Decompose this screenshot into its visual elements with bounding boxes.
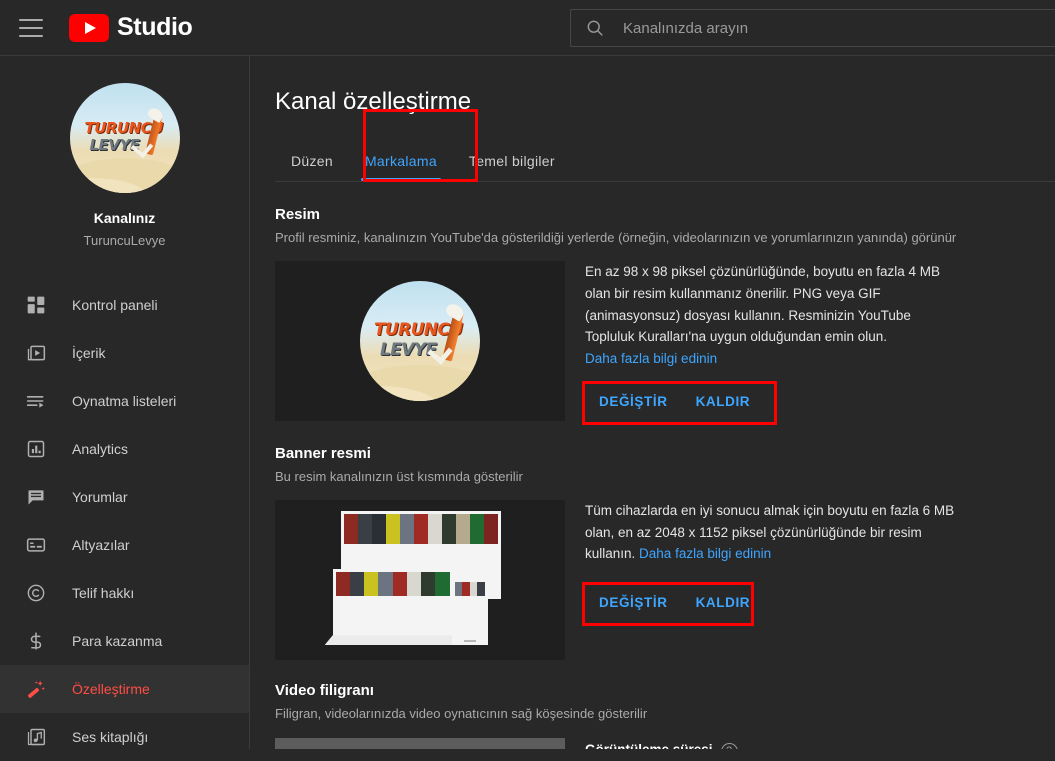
copyright-icon (24, 581, 48, 605)
app-header: Studio (0, 0, 1055, 56)
sidebar-item-audio-library[interactable]: Ses kitaplığı (0, 713, 249, 761)
tab-basic-info[interactable]: Temel bilgiler (453, 153, 571, 181)
sidebar-item-label: Altyazılar (72, 537, 130, 553)
picture-change-button[interactable]: DEĞİŞTİR (585, 384, 682, 419)
watermark-image-preview[interactable] (275, 737, 565, 749)
comment-icon (24, 485, 48, 509)
video-icon (24, 341, 48, 365)
channel-title: Kanalınız (93, 210, 156, 226)
sidebar-item-content[interactable]: İçerik (0, 329, 249, 377)
analytics-icon (24, 437, 48, 461)
laptop-base (324, 635, 462, 646)
channel-header: TURUNCU LEVYE Kanalınız TuruncuLevye (0, 56, 249, 248)
section-description: Filigran, videolarınızda video oynatıcın… (275, 705, 648, 721)
studio-wordmark: Studio (117, 13, 193, 41)
picture-learn-more-link[interactable]: Daha fazla bilgi edinin (585, 348, 960, 370)
banner-info-text: Tüm cihazlarda en iyi sonucu almak için … (585, 500, 960, 566)
banner-change-button[interactable]: DEĞİŞTİR (585, 585, 682, 620)
hamburger-icon[interactable] (19, 18, 43, 37)
profile-text-line2: LEVYE (380, 339, 437, 360)
page-title: Kanal özelleştirme (275, 88, 472, 115)
dashboard-icon (24, 293, 48, 317)
main-content: Kanal özelleştirme Düzen Markalama Temel… (251, 56, 1055, 749)
help-circle-icon[interactable]: ? (720, 742, 738, 749)
section-banner: Banner resmi Bu resim kanalınızın üst kı… (275, 445, 1035, 660)
sidebar-item-label: Yorumlar (72, 489, 128, 505)
tab-layout[interactable]: Düzen (275, 153, 349, 181)
sidebar-item-label: Ses kitaplığı (72, 729, 149, 745)
search-icon (587, 20, 603, 36)
sidebar-item-label: Kontrol paneli (72, 297, 158, 313)
picture-info-text: En az 98 x 98 piksel çözünürlüğünde, boy… (585, 263, 940, 345)
section-watermark: Video filigranı Filigran, videolarınızda… (275, 682, 1035, 749)
dollar-icon (24, 629, 48, 653)
banner-image-preview[interactable] (275, 499, 565, 660)
watermark-display-time-label: Görüntüleme süresi (585, 742, 713, 749)
profile-image-preview[interactable]: TURUNCU LEVYE (275, 260, 565, 421)
section-title: Banner resmi (275, 444, 371, 462)
sidebar-item-dashboard[interactable]: Kontrol paneli (0, 281, 249, 329)
sidebar-item-comments[interactable]: Yorumlar (0, 473, 249, 521)
tab-bar: Düzen Markalama Temel bilgiler (275, 109, 1055, 182)
watermark-display-time-row: Görüntüleme süresi ? (585, 736, 738, 749)
magic-wand-icon (24, 677, 48, 701)
sidebar-item-label: Özelleştirme (72, 681, 150, 697)
section-title: Resim (275, 206, 321, 223)
sidebar-item-label: Para kazanma (72, 633, 163, 649)
banner-device-mockup (324, 507, 508, 652)
laptop-mockup (332, 569, 453, 645)
picture-remove-button[interactable]: KALDIR (682, 384, 765, 419)
section-picture: Resim Profil resminiz, kanalınızın YouTu… (275, 206, 1035, 426)
banner-button-row: DEĞİŞTİR KALDIR (582, 582, 765, 627)
section-description: Profil resminiz, kanalınızın YouTube'da … (275, 230, 957, 245)
sidebar-item-label: Telif hakkı (72, 585, 135, 601)
sidebar-item-customization[interactable]: Özelleştirme (0, 665, 249, 713)
sidebar-item-label: Oynatma listeleri (72, 393, 177, 409)
playlist-icon (24, 389, 48, 413)
youtube-studio-logo[interactable]: Studio (69, 13, 193, 42)
sidebar-item-monetization[interactable]: Para kazanma (0, 617, 249, 665)
sidebar: TURUNCU LEVYE Kanalınız TuruncuLevye Kon… (0, 56, 250, 749)
youtube-play-icon (69, 13, 109, 42)
sidebar-item-playlists[interactable]: Oynatma listeleri (0, 377, 249, 425)
tv-banner-strip (343, 514, 498, 545)
avatar[interactable]: TURUNCU LEVYE (69, 83, 180, 193)
phone-mockup (451, 579, 488, 646)
section-description: Bu resim kanalınızın üst kısmında göster… (275, 468, 523, 484)
search-input[interactable] (623, 19, 1053, 37)
section-title: Video filigranı (275, 681, 374, 699)
picture-button-row: DEĞİŞTİR KALDIR (582, 381, 777, 426)
banner-learn-more-link[interactable]: Daha fazla bilgi edinin (639, 546, 771, 561)
sidebar-nav: Kontrol paneli İçerik Oynatma listeleri (0, 281, 249, 761)
subtitles-icon (24, 533, 48, 557)
sidebar-item-analytics[interactable]: Analytics (0, 425, 249, 473)
laptop-banner-strip (335, 572, 450, 597)
sidebar-item-subtitles[interactable]: Altyazılar (0, 521, 249, 569)
sidebar-item-label: İçerik (72, 345, 106, 361)
phone-banner-strip (454, 582, 485, 597)
banner-remove-button[interactable]: KALDIR (682, 585, 765, 620)
search-bar[interactable] (570, 9, 1055, 47)
profile-image: TURUNCU LEVYE (360, 280, 480, 401)
channel-name: TuruncuLevye (83, 233, 166, 248)
sidebar-item-label: Analytics (72, 441, 129, 457)
audio-library-icon (24, 725, 48, 749)
tab-branding[interactable]: Markalama (349, 153, 453, 181)
sidebar-item-copyright[interactable]: Telif hakkı (0, 569, 249, 617)
